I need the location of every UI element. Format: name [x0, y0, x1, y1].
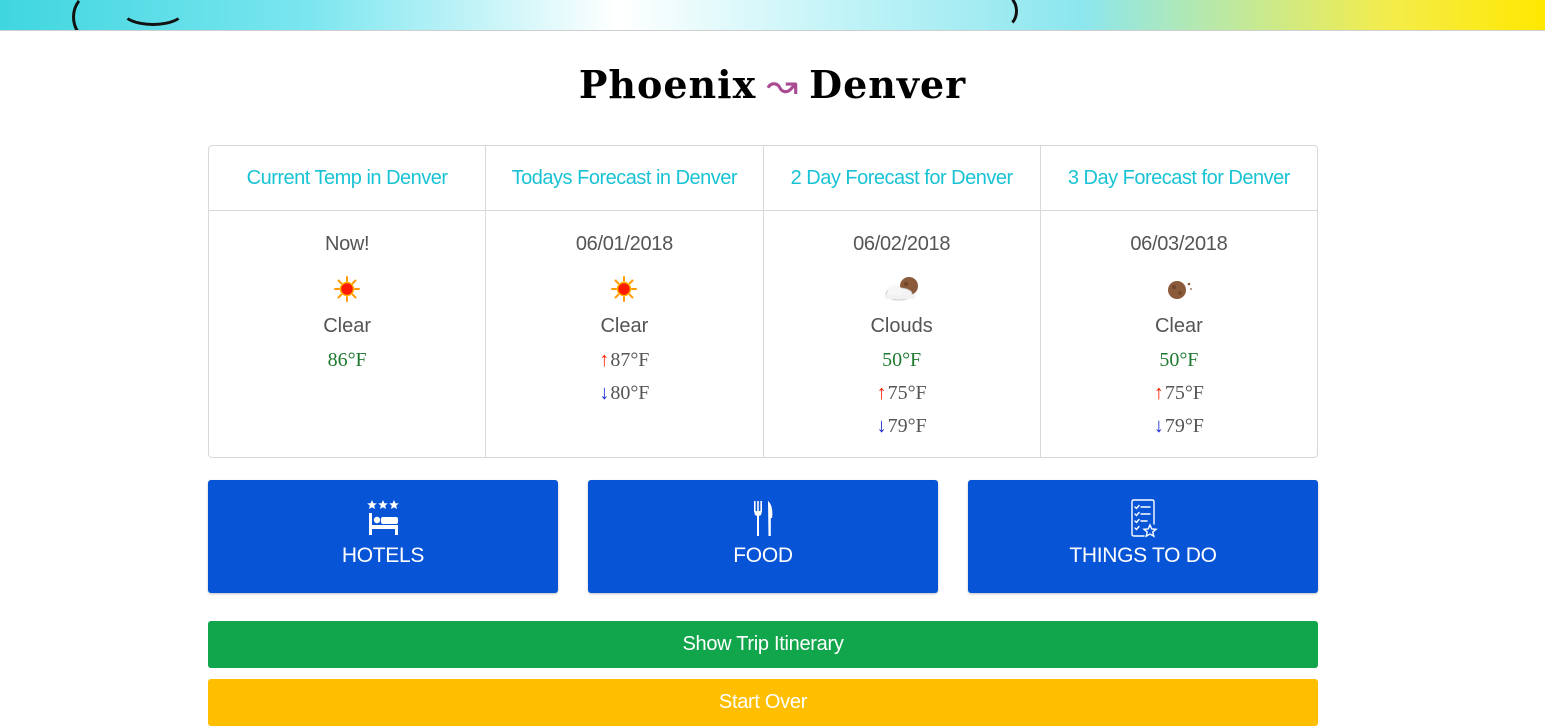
- forecast-heading: 2 Day Forecast for Denver: [763, 146, 1040, 211]
- low-temp-value: 79°F: [887, 415, 927, 437]
- sun-icon: [486, 265, 762, 313]
- checklist-icon: [968, 498, 1318, 540]
- forecast-heading: Todays Forecast in Denver: [486, 146, 763, 211]
- high-temperature: ↑75°F: [1041, 379, 1317, 412]
- forecast-condition: Clouds: [870, 315, 933, 337]
- low-temperature: ↓79°F: [1041, 412, 1317, 445]
- moon-icon: [1041, 265, 1317, 313]
- things-to-do-label: THINGS TO DO: [1069, 544, 1217, 567]
- low-temp-value: 79°F: [1164, 415, 1204, 437]
- high-temperature: ↑75°F: [764, 379, 1040, 412]
- low-temp-value: 80°F: [610, 382, 650, 404]
- up-arrow-icon: ↑: [1153, 382, 1164, 404]
- forecast-condition: Clear: [600, 315, 649, 337]
- down-arrow-icon: ↓: [599, 382, 610, 404]
- things-to-do-button[interactable]: THINGS TO DO: [968, 480, 1318, 593]
- weather-forecast-table: Current Temp in Denver Now! Clear 86°F T…: [208, 145, 1318, 458]
- low-temperature: ↓80°F: [486, 379, 762, 412]
- high-temp-value: 75°F: [887, 382, 927, 404]
- current-temperature: 50°F: [1159, 349, 1199, 371]
- category-buttons: HOTELS FOOD THINGS TO DO: [208, 480, 1318, 593]
- down-arrow-icon: ↓: [1153, 415, 1164, 437]
- forecast-column-current: Current Temp in Denver Now! Clear 86°F: [209, 146, 487, 457]
- sun-icon: [209, 265, 485, 313]
- high-temp-value: 75°F: [1164, 382, 1204, 404]
- route-arrow-icon: ↝: [766, 63, 800, 107]
- fork-knife-icon: [588, 498, 938, 540]
- high-temp-value: 87°F: [610, 349, 650, 371]
- destination-city: Denver: [809, 62, 967, 107]
- hotels-label: HOTELS: [341, 544, 425, 567]
- forecast-date: Now!: [324, 233, 370, 255]
- food-label: FOOD: [733, 544, 793, 567]
- current-temperature: 50°F: [882, 349, 922, 371]
- forecast-column-day-2: 2 Day Forecast for Denver 06/02/2018 Clo…: [763, 146, 1041, 457]
- high-temperature: ↑87°F: [486, 346, 762, 379]
- forecast-date: 06/02/2018: [853, 233, 951, 255]
- up-arrow-icon: ↑: [599, 349, 610, 371]
- down-arrow-icon: ↓: [876, 415, 887, 437]
- forecast-heading: Current Temp in Denver: [209, 146, 486, 211]
- forecast-column-day-3: 3 Day Forecast for Denver 06/03/2018 Cle…: [1040, 146, 1317, 457]
- banner-brush-stroke: [120, 0, 186, 26]
- forecast-date: 06/01/2018: [575, 233, 673, 255]
- banner-brush-stroke: [72, 0, 108, 30]
- forecast-heading: 3 Day Forecast for Denver: [1040, 146, 1317, 211]
- forecast-condition: Clear: [323, 315, 372, 337]
- food-button[interactable]: FOOD: [588, 480, 938, 593]
- moon-cloud-icon: [764, 265, 1040, 313]
- hotel-icon: [208, 498, 558, 540]
- start-over-button[interactable]: Start Over: [208, 679, 1318, 726]
- up-arrow-icon: ↑: [876, 382, 887, 404]
- low-temperature: ↓79°F: [764, 412, 1040, 445]
- hotels-button[interactable]: HOTELS: [208, 480, 558, 593]
- header-banner: [0, 0, 1545, 31]
- page-title: Phoenix ↝ Denver: [0, 62, 1545, 107]
- banner-brush-stroke: [990, 0, 1018, 28]
- origin-city: Phoenix: [578, 62, 757, 107]
- forecast-column-today: Todays Forecast in Denver 06/01/2018 Cle…: [486, 146, 764, 457]
- forecast-condition: Clear: [1154, 315, 1203, 337]
- show-itinerary-button[interactable]: Show Trip Itinerary: [208, 621, 1318, 668]
- forecast-date: 06/03/2018: [1130, 233, 1228, 255]
- current-temperature: 86°F: [327, 349, 367, 371]
